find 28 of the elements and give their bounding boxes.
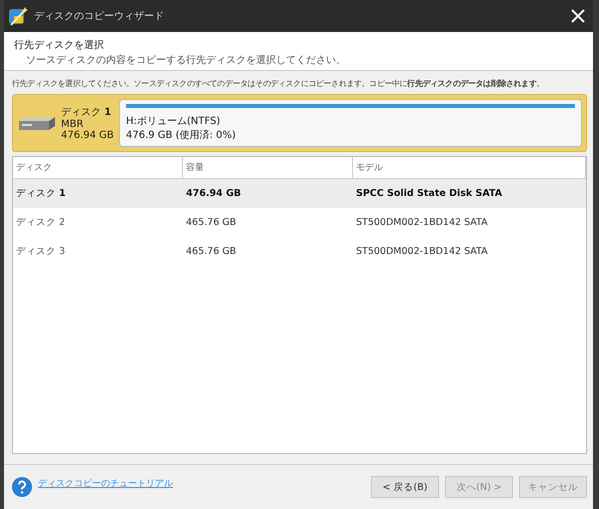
partition-label: H:ボリューム(NTFS)	[126, 115, 222, 128]
table-cell-text: ディスク 1	[15, 187, 67, 200]
window-title: ディスクのコピーウィザード	[34, 10, 165, 23]
hard-drive-icon	[19, 116, 55, 130]
disk-card[interactable]: ディスク 1 MBR 476.94 GB H:ボリューム(NTFS) 476.9 GB (使用済: 0%)	[12, 94, 587, 152]
table-cell-text: ディスク 2	[15, 216, 66, 229]
step-description: ソースディスクの内容をコピーする行先ディスクを選択してください。	[25, 54, 347, 67]
warning-text: 行先ディスクを選択してください。ソースディスクのすべてのデータはそのディスクにコピーされます。コピー中に行先ディスクのデータは削除されます。	[12, 78, 544, 90]
table-cell-text: 465.76 GB	[185, 217, 238, 228]
table-cell-text: 465.76 GB	[185, 246, 238, 257]
step-title: 行先ディスクを選択	[14, 38, 105, 52]
tutorial-link[interactable]: ディスクコピーのチュートリアル	[38, 477, 173, 490]
table-cell-text: ST500DM002-1BD142 SATA	[355, 217, 489, 228]
disk-size: 476.94 GB	[61, 130, 115, 141]
wizard-button[interactable]: < 戻る(B)	[371, 476, 439, 498]
table-cell-text: ディスク 3	[15, 245, 66, 258]
disk-name: ディスク 1	[61, 106, 112, 119]
help-icon[interactable]	[12, 477, 32, 497]
wand-icon	[8, 6, 28, 26]
partition-scheme: MBR	[61, 119, 84, 130]
close-icon[interactable]	[571, 9, 585, 23]
partition-usage: 476.9 GB (使用済: 0%)	[126, 128, 237, 142]
disk-row[interactable]: ディスク 2 465.76 GB ST500DM002-1BD142 SATA	[13, 208, 586, 237]
table-cell-text: SPCC Solid State Disk SATA	[355, 188, 504, 199]
table-cell-text: ST500DM002-1BD142 SATA	[355, 246, 489, 257]
table-cell-text: 476.94 GB	[185, 188, 242, 199]
disk-row[interactable]: ディスク 1 476.94 GB SPCC Solid State Disk SATA	[13, 179, 586, 208]
disk-row[interactable]: ディスク 3 465.76 GB ST500DM002-1BD142 SATA	[13, 237, 586, 266]
